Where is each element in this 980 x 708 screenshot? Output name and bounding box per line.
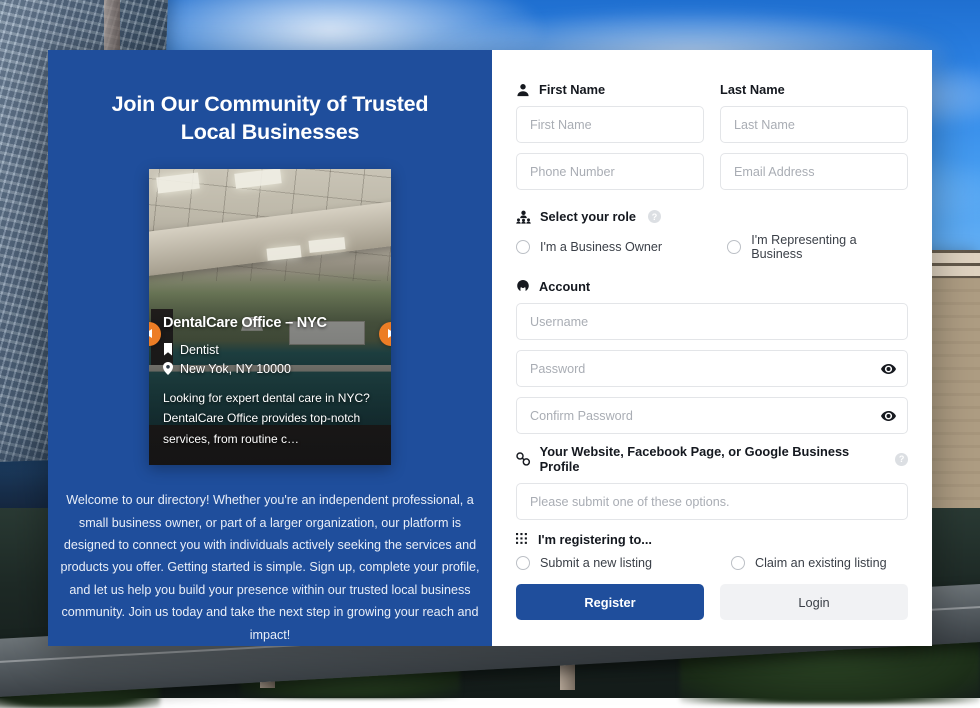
chevron-right-icon <box>387 329 391 338</box>
eye-icon <box>881 411 896 421</box>
registration-form-panel: First Name Last Name <box>492 50 932 646</box>
role-option-business-owner[interactable]: I'm a Business Owner <box>516 233 727 261</box>
account-section-label: Account <box>539 279 590 294</box>
role-option-representing[interactable]: I'm Representing a Business <box>727 233 908 261</box>
listing-location: New Yok, NY 10000 <box>180 362 291 376</box>
listing-title: DentalCare Office – NYC <box>163 315 377 331</box>
page-title: Join Our Community of Trusted Local Busi… <box>95 90 445 147</box>
website-section-header: Your Website, Facebook Page, or Google B… <box>516 444 908 474</box>
role-help-icon[interactable]: ? <box>648 210 661 223</box>
welcome-paragraph: Welcome to our directory! Whether you're… <box>60 489 480 646</box>
listing-preview-card: DentalCare Office – NYC Dentist New Yok,… <box>149 169 391 465</box>
map-pin-icon <box>163 362 173 375</box>
first-name-label-group: First Name <box>516 82 704 97</box>
radio-circle-icon <box>516 240 530 254</box>
registering-option-1-label: Submit a new listing <box>540 556 652 570</box>
password-input[interactable] <box>516 350 908 387</box>
password-field-wrap <box>516 350 908 387</box>
bookmark-icon <box>163 343 173 356</box>
radio-circle-icon <box>731 556 745 570</box>
listing-description: Looking for expert dental care in NYC? D… <box>163 388 377 450</box>
email-input[interactable] <box>720 153 908 190</box>
people-group-icon <box>516 210 531 224</box>
confirm-password-field-wrap <box>516 397 908 434</box>
registering-section-label: I'm registering to... <box>538 532 652 547</box>
listing-category: Dentist <box>180 343 219 357</box>
registering-section-header: I'm registering to... <box>516 532 908 547</box>
first-name-field-wrap <box>516 106 704 143</box>
account-icon <box>516 280 530 294</box>
last-name-label-group: Last Name <box>720 82 908 97</box>
role-radio-group: I'm a Business Owner I'm Representing a … <box>516 233 908 261</box>
radio-circle-icon <box>727 240 741 254</box>
link-chain-icon <box>516 452 531 466</box>
website-help-icon[interactable]: ? <box>895 453 908 466</box>
last-name-input[interactable] <box>720 106 908 143</box>
role-option-1-label: I'm a Business Owner <box>540 240 662 254</box>
first-name-label: First Name <box>539 82 605 97</box>
last-name-label: Last Name <box>720 82 785 97</box>
listing-category-row: Dentist <box>163 343 377 357</box>
register-button[interactable]: Register <box>516 584 704 620</box>
email-field-wrap <box>720 153 908 190</box>
last-name-field-wrap <box>720 106 908 143</box>
login-button[interactable]: Login <box>720 584 908 620</box>
registering-radio-group: Submit a new listing Claim an existing l… <box>516 556 908 570</box>
website-input[interactable] <box>516 483 908 520</box>
username-field-wrap <box>516 303 908 340</box>
website-section-label: Your Website, Facebook Page, or Google B… <box>540 444 884 474</box>
name-fields-row <box>516 106 908 153</box>
confirm-password-input[interactable] <box>516 397 908 434</box>
toggle-password-visibility-icon[interactable] <box>881 364 896 374</box>
chevron-left-icon <box>149 329 153 338</box>
phone-input[interactable] <box>516 153 704 190</box>
registering-option-2-label: Claim an existing listing <box>755 556 887 570</box>
first-name-input[interactable] <box>516 106 704 143</box>
phone-field-wrap <box>516 153 704 190</box>
registration-modal: Join Our Community of Trusted Local Busi… <box>48 50 932 646</box>
registering-option-claim-existing[interactable]: Claim an existing listing <box>731 556 887 570</box>
radio-circle-icon <box>516 556 530 570</box>
left-promo-panel: Join Our Community of Trusted Local Busi… <box>48 50 492 646</box>
form-actions: Register Login <box>516 584 908 620</box>
eye-icon <box>881 364 896 374</box>
name-labels-row: First Name Last Name <box>516 82 908 97</box>
role-section-header: Select your role ? <box>516 209 908 224</box>
role-option-2-label: I'm Representing a Business <box>751 233 908 261</box>
listing-card-body: DentalCare Office – NYC Dentist New Yok,… <box>149 315 391 450</box>
grid-dots-icon <box>516 533 529 546</box>
toggle-confirm-password-visibility-icon[interactable] <box>881 411 896 421</box>
contact-fields-row <box>516 153 908 200</box>
listing-location-row: New Yok, NY 10000 <box>163 362 377 376</box>
registering-option-submit-new[interactable]: Submit a new listing <box>516 556 731 570</box>
website-field-wrap <box>516 483 908 520</box>
role-section-label: Select your role <box>540 209 636 224</box>
username-input[interactable] <box>516 303 908 340</box>
person-icon <box>516 83 530 97</box>
account-section-header: Account <box>516 279 908 294</box>
